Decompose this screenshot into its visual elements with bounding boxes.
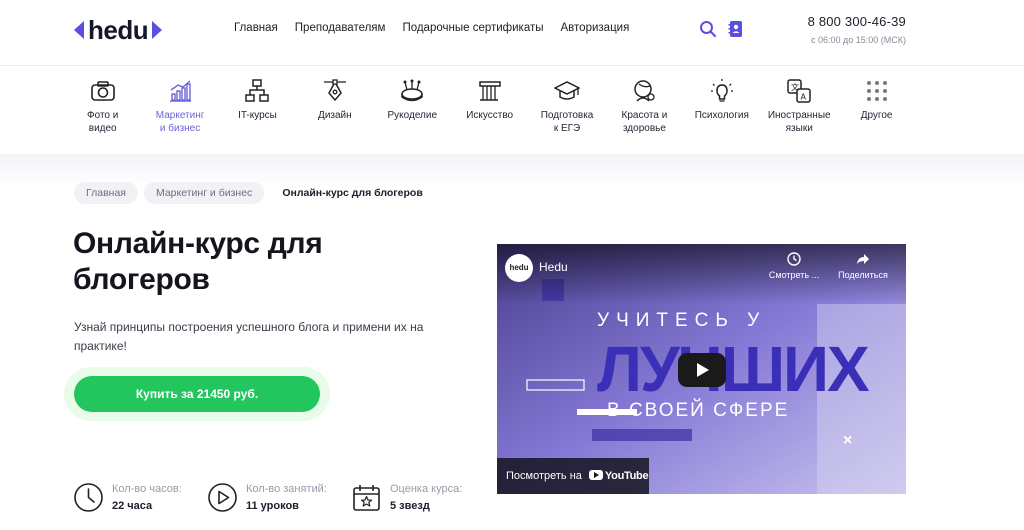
top-nav: Главная Преподавателям Подарочные сертиф… — [234, 22, 629, 34]
working-hours: с 06:00 до 15:00 (МСК) — [810, 35, 906, 45]
network-icon — [245, 79, 270, 102]
youtube-wordmark: YouTube — [604, 470, 649, 482]
category-label: Дизайн — [318, 110, 352, 121]
youtube-play-icon — [588, 470, 603, 481]
category-other[interactable]: Другое — [838, 78, 915, 142]
nav-item-login[interactable]: Авторизация — [561, 22, 630, 34]
watch-on-youtube-button[interactable]: Посмотреть на YouTube — [497, 458, 649, 494]
video-player[interactable]: hedu Hedu Смотреть ... Поделиться УЧИТЕС… — [497, 244, 906, 494]
buy-button[interactable]: Купить за 21450 руб. — [74, 376, 320, 412]
stat-label: Оценка курса: — [390, 483, 463, 495]
watch-on-label: Посмотреть на — [506, 470, 582, 482]
video-headline-line1: УЧИТЕСЬ У — [597, 310, 767, 331]
nav-item-teachers[interactable]: Преподавателям — [295, 22, 386, 34]
breadcrumb: Главная Маркетинг и бизнес Онлайн-курс д… — [74, 182, 435, 204]
category-label: Искусство — [466, 110, 514, 121]
site-header: hedu Главная Преподавателям Подарочные с… — [0, 0, 1024, 66]
clock-icon — [787, 252, 801, 266]
course-subtitle: Узнай принципы построения успешного блог… — [74, 320, 424, 353]
category-psychology[interactable]: Психология — [683, 78, 760, 142]
watch-later-button[interactable]: Смотреть ... — [759, 252, 829, 280]
stat-hours: Кол-во часов: 22 часа — [73, 482, 182, 513]
category-art[interactable]: Искусство — [451, 78, 528, 142]
stat-value: 11 уроков — [246, 500, 299, 512]
grid-dots-icon — [866, 81, 887, 101]
logo-right-chevron-icon — [152, 21, 163, 39]
share-label: Поделиться — [838, 270, 888, 280]
play-circle-icon — [208, 483, 237, 512]
svg-text:A: A — [801, 93, 807, 102]
nav-item-gift-certificates[interactable]: Подарочные сертификаты — [402, 22, 543, 34]
category-label: Психология — [694, 110, 749, 121]
video-headline-line2: ЛУЧШИХ — [597, 333, 870, 405]
category-handicraft[interactable]: Рукоделие — [374, 78, 451, 142]
logo-text: hedu — [88, 15, 149, 45]
share-button[interactable]: Поделиться — [828, 252, 898, 280]
stat-value: 22 часа — [112, 500, 153, 512]
breadcrumb-category[interactable]: Маркетинг и бизнес — [143, 182, 265, 204]
face-icon — [634, 80, 656, 102]
channel-logo[interactable]: hedu — [505, 254, 533, 282]
stat-label: Кол-во часов: — [112, 483, 182, 495]
svg-text:文: 文 — [791, 82, 799, 92]
category-bar: Фото и видео Маркетинг и бизнес IT-курсы… — [64, 78, 916, 142]
category-label: Красота и здоровье — [621, 110, 668, 134]
page-title: Онлайн-курс для блогеров — [73, 227, 323, 296]
phone-number[interactable]: 8 800 300-46-39 — [808, 14, 906, 29]
category-label: Другое — [860, 110, 893, 121]
clock-icon — [74, 483, 103, 512]
chart-icon — [170, 80, 192, 102]
category-it[interactable]: IT-курсы — [219, 78, 296, 142]
translate-icon: 文A — [787, 79, 811, 103]
stat-value: 5 звезд — [390, 500, 430, 512]
category-languages[interactable]: 文A Иностранные языки — [761, 78, 838, 142]
play-button[interactable] — [678, 353, 726, 387]
logo[interactable]: hedu — [74, 15, 163, 45]
category-label: Подготовка к ЕГЭ — [540, 110, 594, 134]
column-icon — [478, 81, 501, 101]
watch-later-label: Смотреть ... — [768, 270, 820, 280]
category-label: Рукоделие — [387, 110, 438, 121]
graduation-cap-icon — [554, 81, 581, 100]
breadcrumb-home[interactable]: Главная — [74, 182, 138, 204]
video-channel-title[interactable]: Hedu — [539, 260, 568, 274]
nav-item-home[interactable]: Главная — [234, 22, 278, 34]
pen-tool-icon — [323, 79, 346, 102]
stat-lessons: Кол-во занятий: 11 уроков — [207, 482, 327, 513]
video-headline-line3: В СВОЕЙ СФЕРЕ — [607, 400, 790, 421]
category-beauty-health[interactable]: Красота и здоровье — [606, 78, 683, 142]
search-icon[interactable] — [699, 20, 717, 38]
category-label: IT-курсы — [238, 110, 277, 121]
logo-left-chevron-icon — [74, 21, 84, 39]
close-icon: × — [843, 432, 853, 449]
share-arrow-icon — [857, 254, 869, 264]
category-photo-video[interactable]: Фото и видео — [64, 78, 141, 142]
category-marketing-business[interactable]: Маркетинг и бизнес — [141, 78, 218, 142]
category-label: Маркетинг и бизнес — [155, 110, 205, 134]
breadcrumb-current: Онлайн-курс для блогеров — [282, 187, 423, 199]
stat-rating: Оценка курса: 5 звезд — [351, 482, 462, 513]
camera-icon — [90, 81, 115, 101]
category-exam-prep[interactable]: Подготовка к ЕГЭ — [528, 78, 605, 142]
category-label: Фото и видео — [87, 110, 119, 134]
category-design[interactable]: Дизайн — [296, 78, 373, 142]
pincushion-icon — [401, 79, 423, 102]
account-book-icon[interactable] — [727, 20, 745, 38]
stat-label: Кол-во занятий: — [246, 483, 327, 495]
category-label: Иностранные языки — [767, 110, 831, 134]
calendar-star-icon — [353, 485, 380, 511]
lightbulb-icon — [710, 79, 733, 102]
